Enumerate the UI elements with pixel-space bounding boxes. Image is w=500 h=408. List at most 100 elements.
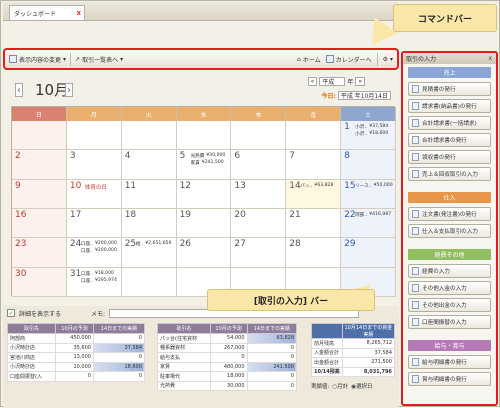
calendar-day-cell[interactable]	[121, 121, 177, 151]
calendar-event[interactable]: 小沢.. ¥18,600	[355, 131, 388, 137]
calendar-event[interactable]: 家賃 ¥241,500	[191, 160, 224, 166]
calendar-day-cell[interactable]: 29	[341, 238, 396, 268]
calendar-day-cell[interactable]: 11	[121, 179, 177, 209]
panel-action-button[interactable]: 領収書の発行	[408, 150, 491, 164]
panel-action-button[interactable]: 注文書(発注書)の発行	[408, 207, 491, 221]
calendar-day-cell[interactable]: 7	[286, 150, 342, 180]
table-row[interactable]: 前月残高 8,265,712	[311, 338, 396, 349]
table-row[interactable]: 口座間振替(入 0 0	[7, 371, 146, 382]
table-row[interactable]: 小沢時計店 35,600 37,584	[7, 342, 146, 353]
calendar-day-cell[interactable]: 19	[176, 209, 232, 239]
panel-action-button[interactable]: 合計請求書(一括請求)	[408, 116, 491, 130]
calendar-day-cell[interactable]	[176, 121, 232, 151]
calendar-event[interactable]: リース.. ¥50,000	[355, 183, 392, 189]
calendar-day-cell[interactable]	[121, 267, 177, 297]
calendar-day-cell[interactable]: 17	[66, 209, 122, 239]
panel-action-button[interactable]: 合計請求書の発行	[408, 133, 491, 147]
era-field[interactable]: 平成	[319, 77, 346, 86]
calendar-event[interactable]: 光熱費 ¥30,000	[191, 153, 226, 159]
panel-action-button[interactable]: 賞与明細書の発行	[408, 372, 491, 386]
list-button[interactable]: ↗ 取引一覧表へ ▾	[75, 55, 123, 64]
display-change-button[interactable]: 表示内容の変更 ▾	[9, 55, 66, 64]
calendar-day-cell[interactable]	[231, 121, 287, 151]
calendar-day-cell[interactable]	[12, 121, 67, 151]
next-year-button[interactable]: »	[355, 77, 365, 86]
calendar-event[interactable]: 給.. ¥2,651,656	[136, 241, 172, 247]
next-month-button[interactable]: ›	[65, 83, 73, 97]
table-row[interactable]: 小沢時計店 10,000 18,600	[7, 361, 146, 372]
calendar-day-cell[interactable]: 3	[66, 150, 122, 180]
calendar-day-cell[interactable]: 20	[231, 209, 287, 239]
tab-close-icon[interactable]: x	[76, 9, 81, 17]
document-icon	[412, 153, 419, 161]
calendar-event[interactable]: 阿部.. ¥416,987	[355, 212, 391, 218]
prev-year-button[interactable]: «	[307, 77, 318, 86]
prev-month-button[interactable]: ‹	[15, 83, 23, 97]
panel-action-button[interactable]: 請求書(納品書)の発行	[408, 99, 491, 113]
calendar-day-cell[interactable]: 18	[121, 209, 177, 239]
calendar-event[interactable]: 口座.. ¥200,000	[81, 248, 117, 254]
calendar-event[interactable]: 口座.. ¥200,000	[81, 241, 117, 247]
panel-action-button[interactable]: 見積書の発行	[408, 82, 491, 96]
settings-button[interactable]: ⚙ ▾	[383, 56, 393, 63]
panel-action-button[interactable]: その他出金の入力	[408, 298, 491, 312]
table-row[interactable]: 宮池川商店 13,000 0	[7, 352, 146, 363]
calendar-event[interactable]: 口座.. ¥295,974	[81, 278, 117, 284]
calendar-day-cell[interactable]: 16	[12, 209, 67, 239]
panel-action-button[interactable]: 口座間振替の入力	[408, 315, 491, 329]
calendar-button[interactable]: カレンダーへ	[325, 55, 372, 64]
panel-action-button[interactable]: 経費の入力	[408, 264, 491, 278]
table-row[interactable]: 種系器資材 267,000 0	[157, 342, 298, 353]
panel-action-button[interactable]: 売上＆回収取引の入力	[408, 167, 491, 181]
tab-dashboard[interactable]: ダッシュボード x	[9, 5, 85, 20]
day-number: 22	[344, 210, 356, 220]
calendar-day-cell[interactable]: 2	[12, 150, 67, 180]
close-icon[interactable]: x	[488, 55, 492, 62]
detail-checkbox[interactable]: ✓	[7, 309, 15, 317]
table-row[interactable]: 入金額合計 37,584	[311, 347, 396, 358]
calendar-day-cell[interactable]: 14 パッ.. ¥63,828	[286, 179, 342, 209]
radio-selected-day[interactable]: ◉選択日	[351, 382, 372, 390]
calendar-day-cell[interactable]: 6	[231, 150, 287, 180]
calendar-event[interactable]: 口座.. ¥18,000	[81, 271, 114, 277]
divider	[376, 52, 378, 66]
table-row[interactable]: 家賃 480,000 241,500	[157, 361, 298, 372]
panel-action-button[interactable]: 仕入＆支払取引の入力	[408, 224, 491, 238]
calendar-day-cell[interactable]: 24 口座.. ¥200,000 口座.. ¥200,000	[66, 238, 122, 268]
table-row[interactable]: 光熱費 30,000 0	[157, 380, 298, 391]
calendar-day-cell[interactable]: 25 給.. ¥2,651,656	[121, 238, 177, 268]
calendar-day-cell[interactable]: 8	[341, 150, 396, 180]
panel-action-button[interactable]: その他入金の入力	[408, 281, 491, 295]
calendar-day-cell[interactable]: 21	[286, 209, 342, 239]
table-row[interactable]: パッ合(住宅資材 54,000 63,828	[157, 333, 298, 344]
calendar-day-cell[interactable]: 23	[12, 238, 67, 268]
panel-action-button[interactable]: 給与明細書の発行	[408, 355, 491, 369]
table-row[interactable]: 駐車場代 18,000 0	[157, 371, 298, 382]
calendar-day-cell[interactable]: 5 光熱費 ¥30,000 家賃 ¥241,500	[176, 150, 232, 180]
table-row[interactable]: 出金額合計 271,500	[311, 357, 396, 368]
table-row[interactable]: 10/14残高 8,031,796	[311, 366, 396, 377]
calendar-day-cell[interactable]: 12	[176, 179, 232, 209]
calendar-day-cell[interactable]: 22 阿部.. ¥416,987	[341, 209, 396, 239]
calendar-day-cell[interactable]: 30	[12, 267, 67, 297]
calendar-event[interactable]: パッ.. ¥63,828	[300, 183, 333, 189]
panel-action-label: 請求書(納品書)の発行	[422, 104, 477, 110]
calendar-day-cell[interactable]: 27	[231, 238, 287, 268]
calendar-day-cell[interactable]: 10 体育の日	[66, 179, 122, 209]
calendar-day-cell[interactable]: 4	[121, 150, 177, 180]
radio-monthly[interactable]: ○月計	[332, 382, 348, 390]
calendar-day-cell[interactable]: 9	[12, 179, 67, 209]
calendar-day-cell[interactable]: 15 リース.. ¥50,000	[341, 179, 396, 209]
table-row[interactable]: 給与支払 0 0	[157, 352, 298, 363]
calendar-day-cell[interactable]: 26	[176, 238, 232, 268]
calendar-day-cell[interactable]: 1 小沢.. ¥37,584 小沢.. ¥18,600	[341, 121, 396, 151]
home-button[interactable]: ⌂ ホーム	[297, 55, 321, 64]
calendar-day-cell[interactable]: 13	[231, 179, 287, 209]
calendar-day-cell[interactable]	[286, 121, 342, 151]
today-value[interactable]: 平成 年10月14日	[337, 91, 391, 100]
calendar-event[interactable]: 小沢.. ¥37,584	[355, 124, 388, 130]
calendar-day-cell[interactable]: 31 口座.. ¥18,000 口座.. ¥295,974	[66, 267, 122, 297]
calendar-day-cell[interactable]	[66, 121, 122, 151]
table-row[interactable]: 阿部商 450,000 0	[7, 333, 146, 344]
calendar-day-cell[interactable]: 28	[286, 238, 342, 268]
